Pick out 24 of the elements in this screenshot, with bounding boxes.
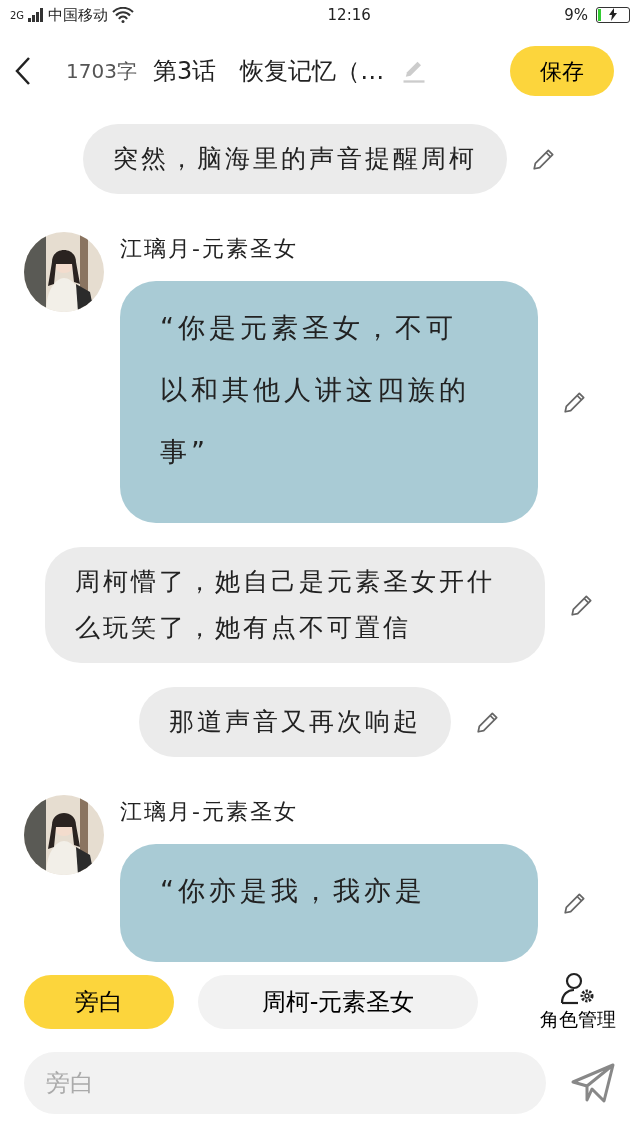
word-count: 1703字 (66, 58, 137, 85)
wifi-icon (112, 7, 135, 23)
user-settings-icon[interactable] (560, 970, 596, 1005)
signal-icon (28, 8, 45, 22)
text-input[interactable]: 旁白 (24, 1052, 546, 1114)
narration-bubble: 周柯懵了，她自己是元素圣女开什么玩笑了，她有点不可置信 (45, 547, 545, 663)
send-icon[interactable] (570, 1062, 616, 1104)
dialogue-bubble: “你亦是我，我亦是 (120, 844, 538, 962)
narration-bubble: 突然，脑海里的声音提醒周柯 (83, 124, 507, 194)
chapter-title: 恢复记忆（… (240, 56, 385, 87)
network-type: 2G (10, 8, 25, 23)
narration-bubble: 那道声音又再次响起 (139, 687, 451, 757)
chapter-number: 第3话 (152, 56, 217, 87)
role-manage-button[interactable]: 角色管理 (540, 1004, 616, 1034)
character-name: 江璃月-元素圣女 (120, 235, 299, 263)
battery-icon (596, 7, 630, 23)
role-chip[interactable]: 旁白 (24, 975, 174, 1029)
character-name: 江璃月-元素圣女 (120, 798, 299, 826)
battery-percent: 9% (564, 4, 588, 26)
clock: 12:16 (327, 5, 371, 24)
save-button[interactable]: 保存 (510, 46, 614, 96)
carrier-name: 中国移动 (48, 4, 109, 26)
dialogue-bubble: “你是元素圣女，不可以和其他人讲这四族的事” (120, 281, 538, 523)
role-chip[interactable]: 周柯-元素圣女 (198, 975, 478, 1029)
